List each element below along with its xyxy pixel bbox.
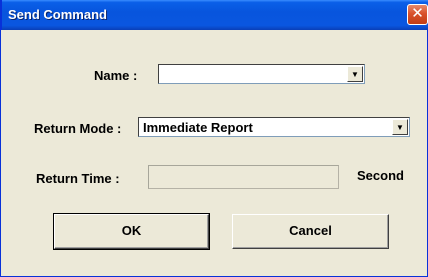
return-mode-combobox[interactable]: Immediate Report ▼	[138, 117, 410, 137]
name-combobox[interactable]: ▼	[158, 64, 365, 84]
return-time-label: Return Time :	[36, 171, 120, 186]
send-command-dialog: Send Command ✕ Name : ▼ Return Mode : Im…	[0, 0, 428, 277]
cancel-button[interactable]: Cancel	[232, 214, 389, 249]
title-bar[interactable]: Send Command ✕	[1, 0, 428, 30]
close-icon: ✕	[411, 5, 424, 22]
return-mode-label: Return Mode :	[34, 121, 122, 136]
close-button[interactable]: ✕	[407, 4, 428, 25]
return-time-unit: Second	[357, 168, 404, 183]
return-time-input[interactable]	[148, 165, 339, 189]
chevron-down-icon[interactable]: ▼	[347, 66, 363, 82]
dialog-title: Send Command	[8, 7, 107, 22]
name-label: Name :	[94, 68, 138, 83]
ok-button[interactable]: OK	[53, 213, 210, 250]
return-mode-value: Immediate Report	[143, 120, 253, 135]
chevron-down-icon[interactable]: ▼	[392, 119, 408, 135]
